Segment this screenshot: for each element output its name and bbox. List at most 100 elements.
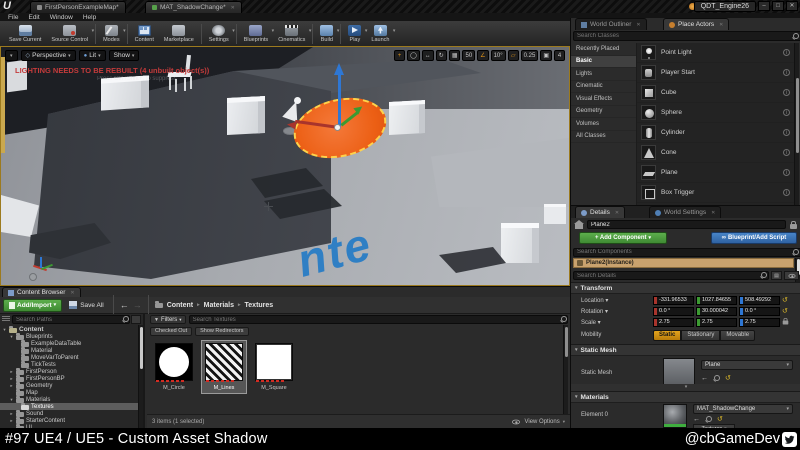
save-current-button[interactable]: Save Current <box>4 22 46 46</box>
assets-scrollbar[interactable] <box>563 325 568 414</box>
tree-item[interactable]: Sound <box>0 410 143 417</box>
rotation-label[interactable]: Rotation ▾ <box>571 308 653 315</box>
search-details-input[interactable] <box>573 271 769 280</box>
minimize-button[interactable]: – <box>758 1 770 11</box>
settings-button[interactable]: Settings <box>204 22 234 46</box>
rotation-snap-value[interactable]: 10° <box>491 50 506 61</box>
scale-x-field[interactable]: 2.75 <box>653 318 694 327</box>
browse-icon[interactable] <box>705 416 712 423</box>
location-y-field[interactable]: 1027.84655 <box>696 296 737 305</box>
mobility-static-button[interactable]: Static <box>653 330 681 341</box>
static-mesh-section-header[interactable]: Static Mesh <box>571 344 800 356</box>
tree-item[interactable]: TickTests <box>0 361 143 368</box>
tab-place-actors[interactable]: Place Actors <box>663 18 729 30</box>
cinematics-button[interactable]: Cinematics <box>273 22 310 46</box>
actor-item-cylinder[interactable]: Cylinder <box>637 123 794 143</box>
scale-snap-toggle[interactable]: ▱ <box>508 50 519 61</box>
property-matrix-icon[interactable]: ▤ <box>771 271 782 280</box>
tree-item[interactable]: Map <box>0 389 143 396</box>
maximize-button[interactable]: □ <box>772 1 784 11</box>
rotation-y-field[interactable]: 30.000042 <box>696 307 737 316</box>
reset-mesh-icon[interactable]: ↺ <box>725 374 731 383</box>
place-actors-scrollbar[interactable] <box>794 43 799 205</box>
info-icon[interactable] <box>783 149 790 156</box>
tree-item[interactable]: StarterContent <box>0 417 143 424</box>
tree-item[interactable]: Content <box>0 326 143 333</box>
tab-details[interactable]: Details <box>575 206 625 218</box>
close-icon[interactable] <box>709 209 715 216</box>
gizmo-x-arrowhead[interactable] <box>286 120 296 129</box>
material-tab[interactable]: MAT_ShadowChange* <box>145 1 242 13</box>
info-icon[interactable] <box>783 69 790 76</box>
reset-location-icon[interactable]: ↺ <box>782 296 788 305</box>
save-all-button[interactable]: Save All <box>66 299 107 312</box>
modes-button[interactable]: Modes <box>98 22 125 46</box>
show-redirectors-chip[interactable]: Show Redirectors <box>195 327 248 336</box>
rotation-z-field[interactable]: 0.0 ° <box>739 307 780 316</box>
close-icon[interactable] <box>68 289 74 296</box>
transform-section-header[interactable]: Transform <box>571 282 800 294</box>
move-tool-button[interactable]: + <box>394 50 405 61</box>
use-selected-icon[interactable]: ← <box>701 375 708 382</box>
world-space-toggle[interactable]: ◯ <box>407 50 420 61</box>
filters-button[interactable]: ▼Filters▾ <box>150 315 186 324</box>
info-icon[interactable] <box>783 49 790 56</box>
tab-world-settings[interactable]: World Settings <box>649 206 721 218</box>
blueprint-add-script-button[interactable]: ∞Blueprint/Add Script <box>711 232 797 244</box>
info-icon[interactable] <box>783 129 790 136</box>
collapse-sources-icon[interactable] <box>131 315 141 324</box>
scale-label[interactable]: Scale ▾ <box>571 319 653 326</box>
reset-rotation-icon[interactable]: ↺ <box>782 307 788 316</box>
breadcrumb-content[interactable]: Content <box>167 302 193 309</box>
content-button[interactable]: Content <box>130 22 159 46</box>
location-label[interactable]: Location ▾ <box>571 297 653 304</box>
tree-item[interactable]: ExampleDataTable <box>0 340 143 347</box>
close-icon[interactable] <box>717 21 723 28</box>
gizmo-z-axis[interactable] <box>338 74 341 128</box>
location-x-field[interactable]: -331.96533 <box>653 296 694 305</box>
materials-section-header[interactable]: Materials <box>571 391 800 403</box>
breadcrumb-textures[interactable]: Textures <box>245 302 274 309</box>
reset-material-icon[interactable]: ↺ <box>717 415 723 424</box>
grid-snap-value[interactable]: 50 <box>462 50 475 61</box>
category-basic[interactable]: Basic <box>571 56 636 69</box>
tab-world-outliner[interactable]: World Outliner <box>575 18 647 30</box>
expand-section-button[interactable]: ▾ <box>571 384 800 391</box>
material-thumbnail[interactable] <box>663 404 687 428</box>
rotation-x-field[interactable]: 0.0 ° <box>653 307 694 316</box>
actor-item-player-start[interactable]: Player Start <box>637 63 794 83</box>
mobility-stationary-button[interactable]: Stationary <box>681 330 720 341</box>
forward-icon[interactable]: → <box>133 300 142 310</box>
info-icon[interactable] <box>783 189 790 196</box>
actor-item-cube[interactable]: Cube <box>637 83 794 103</box>
menu-edit[interactable]: Edit <box>28 14 39 21</box>
tree-item[interactable]: Material <box>0 347 143 354</box>
component-instance-row[interactable]: Plane2(Instance) <box>573 258 794 268</box>
add-component-button[interactable]: + Add Component▾ <box>579 232 667 244</box>
gizmo-origin-handle[interactable] <box>334 124 341 131</box>
camera-speed-button[interactable]: ▣ <box>540 50 552 61</box>
scale-y-field[interactable]: 2.75 <box>696 318 737 327</box>
grid-snap-toggle[interactable]: ▦ <box>449 50 461 61</box>
material-dropdown[interactable]: MAT_ShadowChange <box>693 404 793 414</box>
lock-icon[interactable] <box>790 224 797 229</box>
info-icon[interactable] <box>783 89 790 96</box>
viewport-options-button[interactable]: ▾ <box>5 50 18 61</box>
gizmo-z-arrowhead[interactable] <box>334 63 344 75</box>
rotate-tool-button[interactable]: ↻ <box>436 50 447 61</box>
actor-item-box-trigger[interactable]: Box Trigger <box>637 183 794 203</box>
tree-item[interactable]: Blueprints <box>0 333 143 340</box>
mobility-movable-button[interactable]: Movable <box>720 330 755 341</box>
view-options-button[interactable]: View Options ▾ <box>511 419 565 425</box>
actor-item-cone[interactable]: Cone <box>637 143 794 163</box>
location-z-field[interactable]: 508.49292 <box>739 296 780 305</box>
lit-mode-button[interactable]: ●Lit▾ <box>79 50 106 61</box>
marketplace-button[interactable]: Marketplace <box>159 22 199 46</box>
menu-file[interactable]: File <box>8 14 18 21</box>
camera-speed-value[interactable]: 4 <box>554 50 565 61</box>
show-button[interactable]: Show▾ <box>109 50 140 61</box>
level-tab[interactable]: FirstPersonExampleMap* <box>30 1 126 13</box>
build-button[interactable]: Build <box>315 22 338 46</box>
breadcrumb-materials[interactable]: Materials <box>204 302 234 309</box>
category-recently-placed[interactable]: Recently Placed <box>571 43 636 56</box>
